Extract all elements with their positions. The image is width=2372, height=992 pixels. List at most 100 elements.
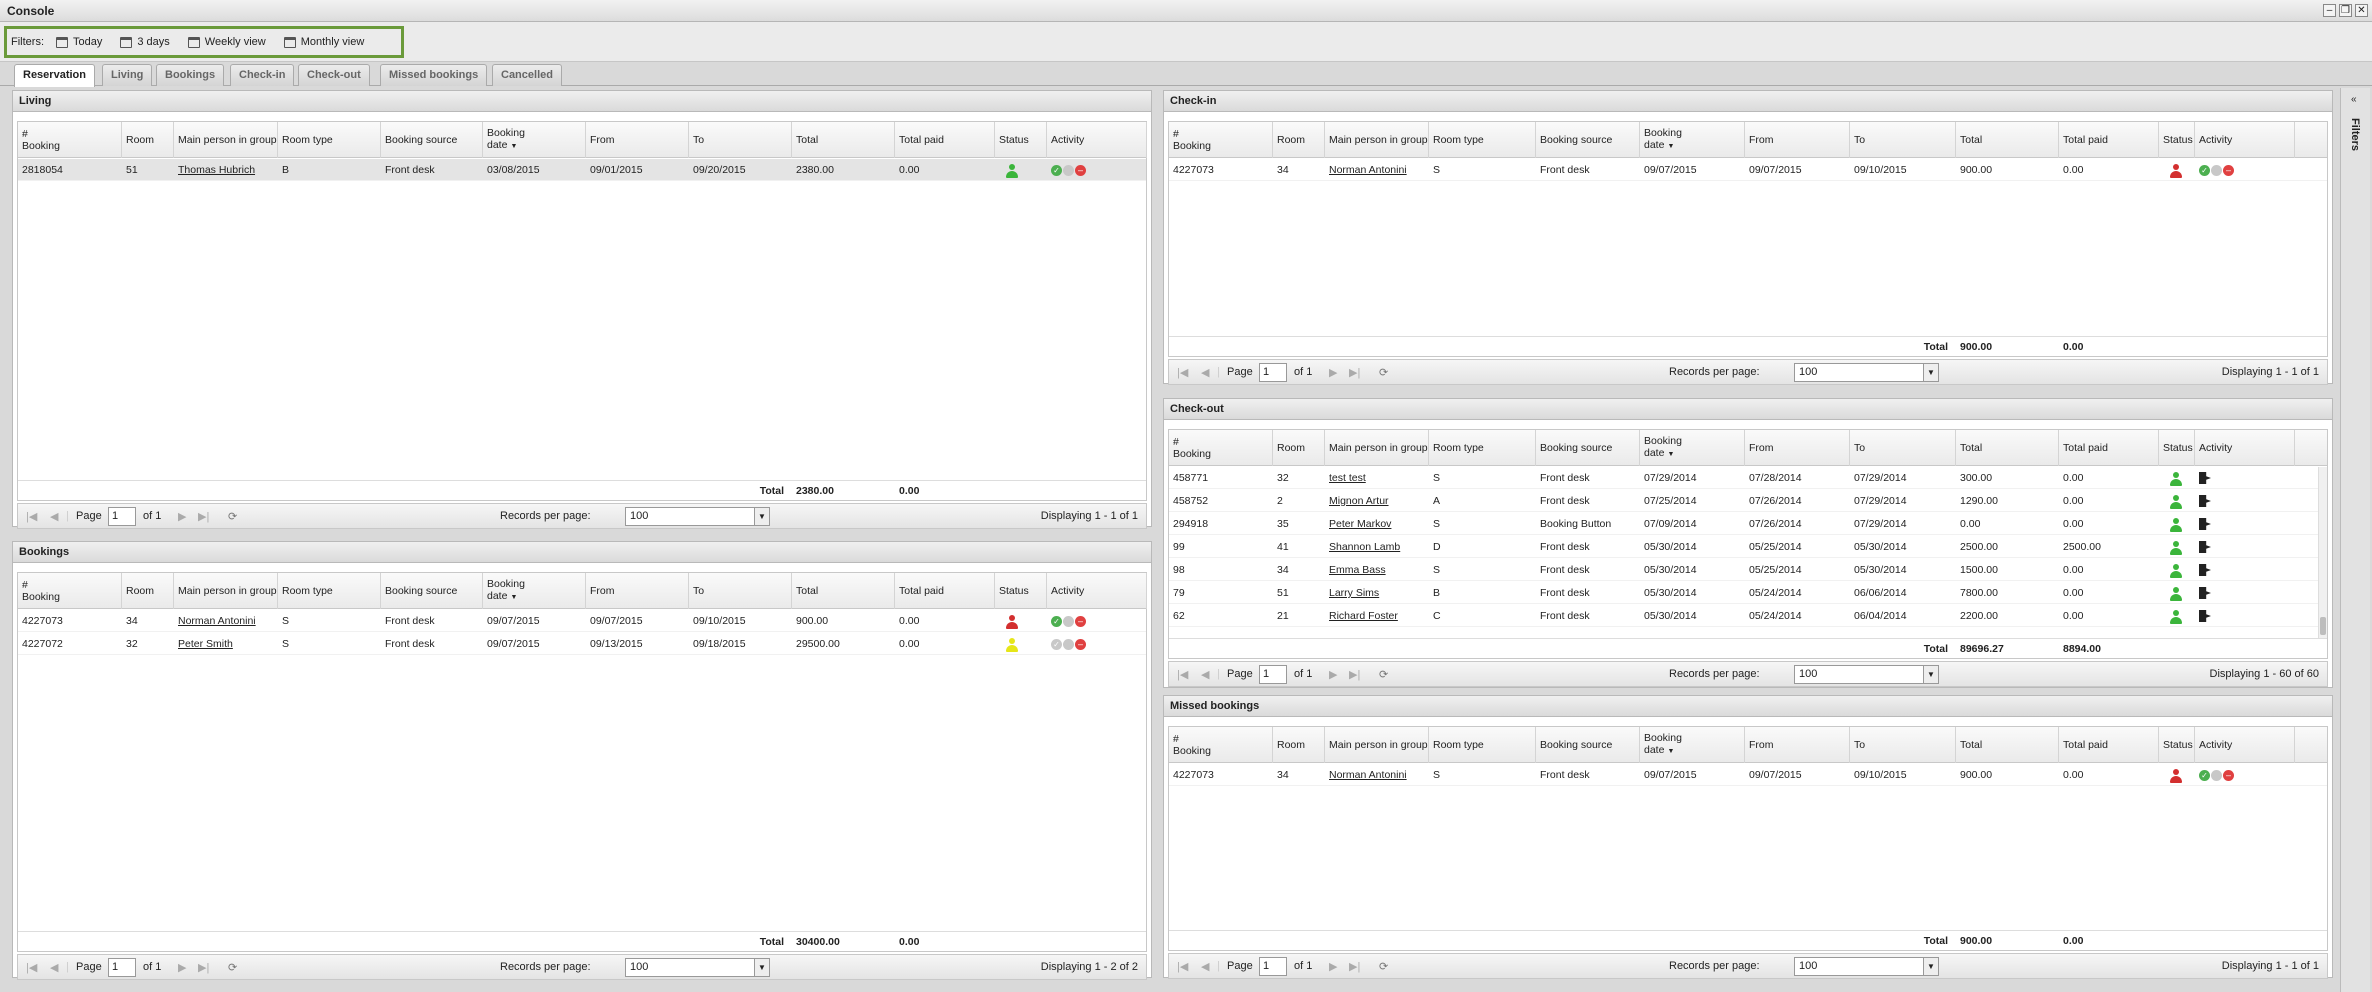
column-header-main_person[interactable]: Main person in group — [1325, 727, 1429, 763]
page-number-input[interactable]: 1 — [108, 507, 136, 526]
next-page-icon[interactable]: ▶ — [1329, 366, 1337, 379]
cell-main_person[interactable]: test test — [1325, 467, 1429, 489]
edit-icon[interactable] — [1063, 165, 1074, 176]
table-row[interactable]: 4227072 32 Peter Smith S Front desk 09/07/201… — [18, 633, 1146, 655]
chevron-down-icon[interactable]: ▼ — [754, 959, 769, 976]
prev-page-icon[interactable]: ◀ — [50, 961, 58, 974]
column-header-main_person[interactable]: Main person in group — [174, 122, 278, 158]
cancel-icon[interactable]: – — [1075, 165, 1086, 176]
table-row[interactable]: 2818054 51 Thomas Hubrich B Front desk 03/08/… — [18, 159, 1146, 181]
column-header-from[interactable]: From — [1745, 122, 1850, 158]
cell-main_person[interactable]: Thomas Hubrich — [174, 159, 278, 181]
table-row[interactable]: 62 21 Richard Foster C Front desk 05/30/2014 0… — [1169, 605, 2327, 627]
restore-icon[interactable]: ❐ — [2339, 4, 2352, 17]
column-header-total[interactable]: Total — [792, 122, 895, 158]
column-header-booking_source[interactable]: Booking source — [1536, 430, 1640, 466]
cell-main_person[interactable]: Norman Antonini — [174, 610, 278, 632]
records-per-page-select[interactable]: 100 ▼ — [1794, 363, 1939, 382]
first-page-icon[interactable]: |◀ — [1177, 668, 1188, 681]
records-per-page-select[interactable]: 100 ▼ — [625, 507, 770, 526]
column-header-booking_source[interactable]: Booking source — [381, 122, 483, 158]
cell-main_person[interactable]: Richard Foster — [1325, 605, 1429, 627]
filter-monthly-button[interactable]: Monthly view — [278, 36, 371, 48]
page-number-input[interactable]: 1 — [1259, 363, 1287, 382]
column-header-booking[interactable]: # Booking — [18, 122, 122, 158]
table-row[interactable]: 4227073 34 Norman Antonini S Front desk 09/07… — [1169, 764, 2327, 786]
cancel-icon[interactable]: – — [2223, 770, 2234, 781]
column-header-status[interactable]: Status — [2159, 122, 2195, 158]
column-header-to[interactable]: To — [689, 122, 792, 158]
last-page-icon[interactable]: ▶| — [1349, 366, 1360, 379]
column-header-total[interactable]: Total — [792, 573, 895, 609]
column-header-to[interactable]: To — [1850, 727, 1956, 763]
column-header-activity[interactable]: Activity — [1047, 573, 1147, 609]
table-row[interactable]: 294918 35 Peter Markov S Booking Button 07/09… — [1169, 513, 2327, 535]
cancel-icon[interactable]: – — [1075, 616, 1086, 627]
column-header-total_paid[interactable]: Total paid — [2059, 430, 2159, 466]
next-page-icon[interactable]: ▶ — [1329, 960, 1337, 973]
first-page-icon[interactable]: |◀ — [1177, 366, 1188, 379]
confirm-icon[interactable]: ✓ — [1051, 639, 1062, 650]
column-header-total_paid[interactable]: Total paid — [895, 573, 995, 609]
checkout-door-icon[interactable] — [2199, 587, 2211, 599]
chevron-down-icon[interactable]: ▼ — [1923, 364, 1938, 381]
column-header-booking[interactable]: # Booking — [1169, 122, 1273, 158]
page-number-input[interactable]: 1 — [108, 958, 136, 977]
filter-today-button[interactable]: Today — [50, 36, 108, 48]
column-header-activity[interactable]: Activity — [2195, 430, 2295, 466]
refresh-icon[interactable]: ⟳ — [228, 961, 237, 974]
column-header-booking[interactable]: # Booking — [1169, 727, 1273, 763]
column-header-total_paid[interactable]: Total paid — [895, 122, 995, 158]
column-header-total_paid[interactable]: Total paid — [2059, 727, 2159, 763]
cell-main_person[interactable]: Peter Markov — [1325, 513, 1429, 535]
column-header-room[interactable]: Room — [1273, 430, 1325, 466]
column-header-status[interactable]: Status — [2159, 727, 2195, 763]
refresh-icon[interactable]: ⟳ — [1379, 668, 1388, 681]
last-page-icon[interactable]: ▶| — [198, 961, 209, 974]
column-header-activity[interactable]: Activity — [1047, 122, 1147, 158]
column-header-booking[interactable]: # Booking — [1169, 430, 1273, 466]
column-header-from[interactable]: From — [1745, 727, 1850, 763]
column-header-room[interactable]: Room — [122, 122, 174, 158]
tab-check-out[interactable]: Check-out — [298, 64, 370, 86]
next-page-icon[interactable]: ▶ — [178, 961, 186, 974]
cell-main_person[interactable]: Larry Sims — [1325, 582, 1429, 604]
column-header-booking_source[interactable]: Booking source — [1536, 122, 1640, 158]
tab-reservation[interactable]: Reservation — [14, 64, 95, 87]
page-number-input[interactable]: 1 — [1259, 957, 1287, 976]
column-header-total[interactable]: Total — [1956, 727, 2059, 763]
table-row[interactable]: 4227073 34 Norman Antonini S Front desk 09/07… — [18, 610, 1146, 632]
edit-icon[interactable] — [2211, 165, 2222, 176]
refresh-icon[interactable]: ⟳ — [228, 510, 237, 523]
column-header-main_person[interactable]: Main person in group — [1325, 122, 1429, 158]
column-header-total[interactable]: Total — [1956, 430, 2059, 466]
records-per-page-select[interactable]: 100 ▼ — [1794, 957, 1939, 976]
cell-main_person[interactable]: Emma Bass — [1325, 559, 1429, 581]
prev-page-icon[interactable]: ◀ — [1201, 960, 1209, 973]
last-page-icon[interactable]: ▶| — [1349, 668, 1360, 681]
column-header-room_type[interactable]: Room type — [1429, 430, 1536, 466]
last-page-icon[interactable]: ▶| — [1349, 960, 1360, 973]
table-row[interactable]: 4227073 34 Norman Antonini S Front desk 09/07… — [1169, 159, 2327, 181]
vertical-scrollbar[interactable] — [2318, 467, 2327, 639]
confirm-icon[interactable]: ✓ — [2199, 165, 2210, 176]
column-header-from[interactable]: From — [586, 122, 689, 158]
last-page-icon[interactable]: ▶| — [198, 510, 209, 523]
column-header-from[interactable]: From — [1745, 430, 1850, 466]
confirm-icon[interactable]: ✓ — [2199, 770, 2210, 781]
column-header-activity[interactable]: Activity — [2195, 122, 2295, 158]
checkout-door-icon[interactable] — [2199, 472, 2211, 484]
chevron-down-icon[interactable]: ▼ — [1923, 666, 1938, 683]
first-page-icon[interactable]: |◀ — [1177, 960, 1188, 973]
page-number-input[interactable]: 1 — [1259, 665, 1287, 684]
next-page-icon[interactable]: ▶ — [178, 510, 186, 523]
cell-main_person[interactable]: Mignon Artur — [1325, 490, 1429, 512]
column-header-room[interactable]: Room — [1273, 122, 1325, 158]
table-row[interactable]: 98 34 Emma Bass S Front desk 05/30/2014 05/25/… — [1169, 559, 2327, 581]
cell-main_person[interactable]: Norman Antonini — [1325, 159, 1429, 181]
tab-bookings[interactable]: Bookings — [156, 64, 225, 86]
edit-icon[interactable] — [1063, 639, 1074, 650]
edit-icon[interactable] — [1063, 616, 1074, 627]
records-per-page-select[interactable]: 100 ▼ — [625, 958, 770, 977]
table-row[interactable]: 458752 2 Mignon Artur A Front desk 07/25/2014… — [1169, 490, 2327, 512]
